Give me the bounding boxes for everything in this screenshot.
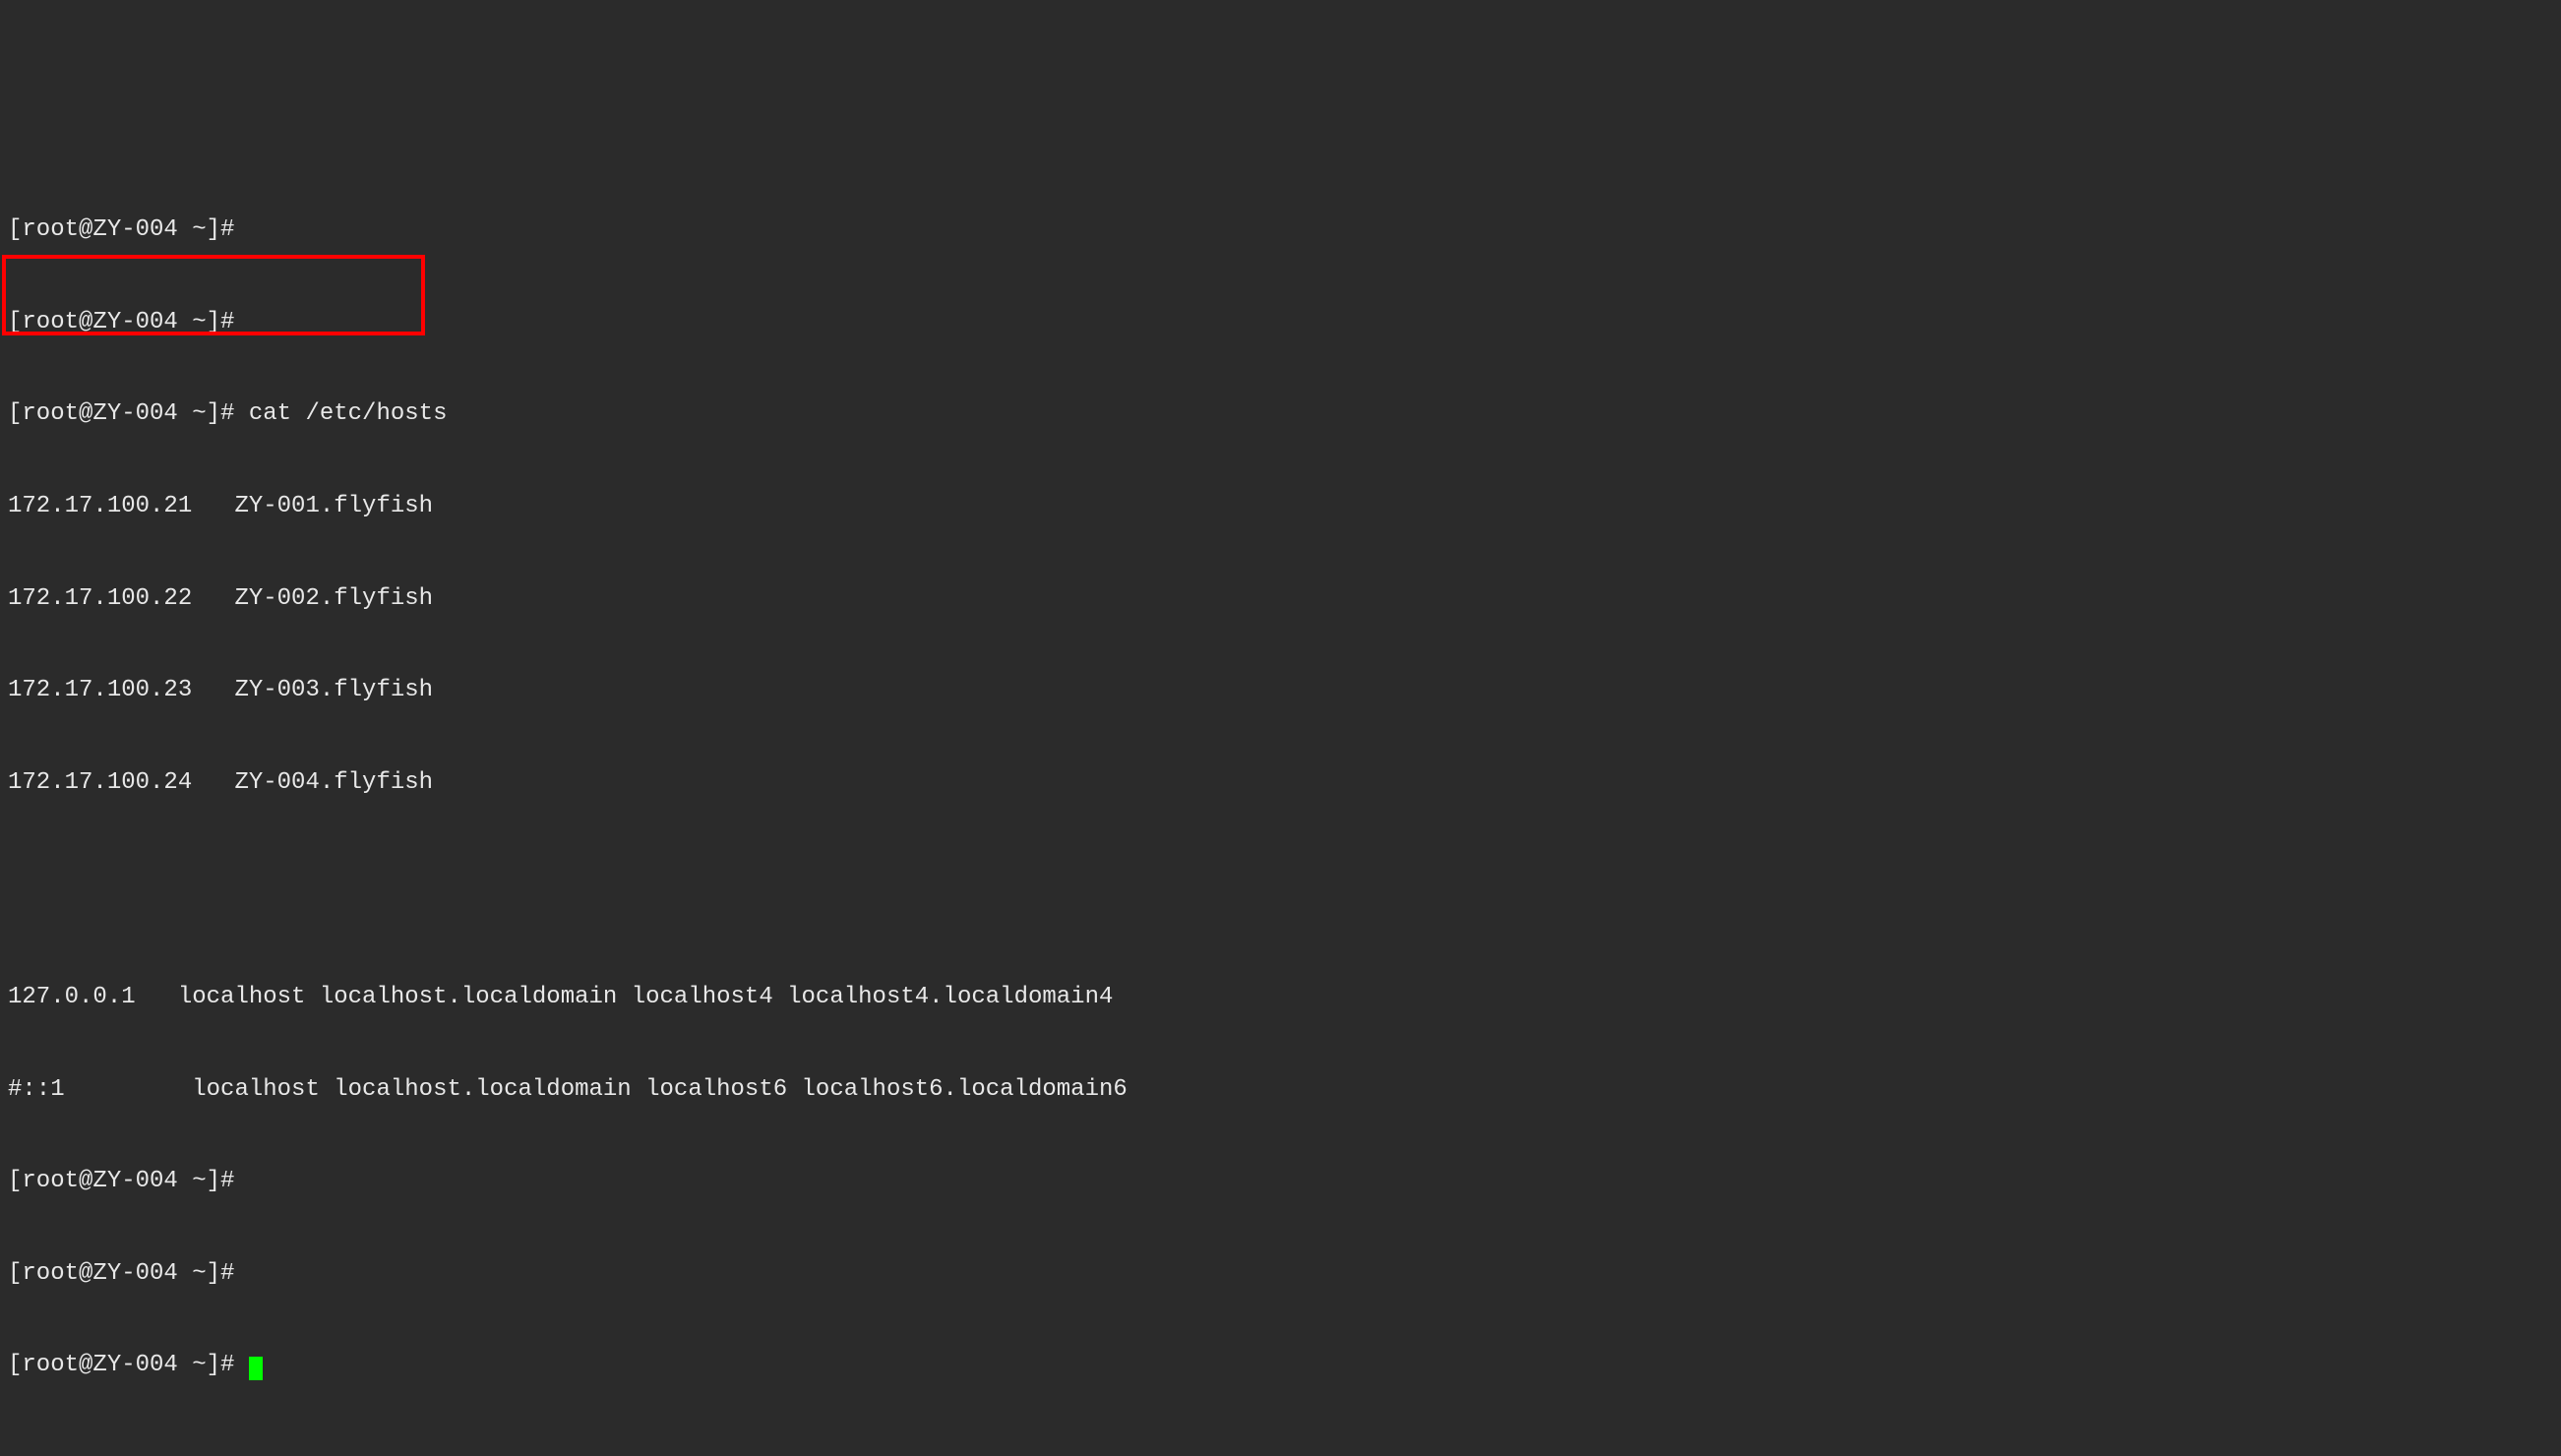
terminal-line: 172.17.100.21 ZY-001.flyfish bbox=[8, 491, 2553, 521]
terminal-prompt: [root@ZY-004 ~]# bbox=[8, 1352, 249, 1378]
terminal-window[interactable]: [root@ZY-004 ~]# [root@ZY-004 ~]# [root@… bbox=[0, 123, 2561, 1412]
terminal-line: [root@ZY-004 ~]# bbox=[8, 307, 2553, 337]
terminal-line: #::1 localhost localhost.localdomain loc… bbox=[8, 1074, 2553, 1105]
terminal-line: 172.17.100.24 ZY-004.flyfish bbox=[8, 767, 2553, 798]
terminal-line: 127.0.0.1 localhost localhost.localdomai… bbox=[8, 982, 2553, 1012]
terminal-prompt-line[interactable]: [root@ZY-004 ~]# bbox=[8, 1350, 2553, 1380]
terminal-line: 172.17.100.22 ZY-002.flyfish bbox=[8, 583, 2553, 614]
terminal-line: [root@ZY-004 ~]# bbox=[8, 214, 2553, 245]
terminal-line: [root@ZY-004 ~]# cat /etc/hosts bbox=[8, 398, 2553, 429]
terminal-line: 172.17.100.23 ZY-003.flyfish bbox=[8, 675, 2553, 705]
terminal-line: [root@ZY-004 ~]# bbox=[8, 1166, 2553, 1196]
terminal-line: [root@ZY-004 ~]# bbox=[8, 1258, 2553, 1289]
cursor-icon bbox=[249, 1357, 263, 1380]
